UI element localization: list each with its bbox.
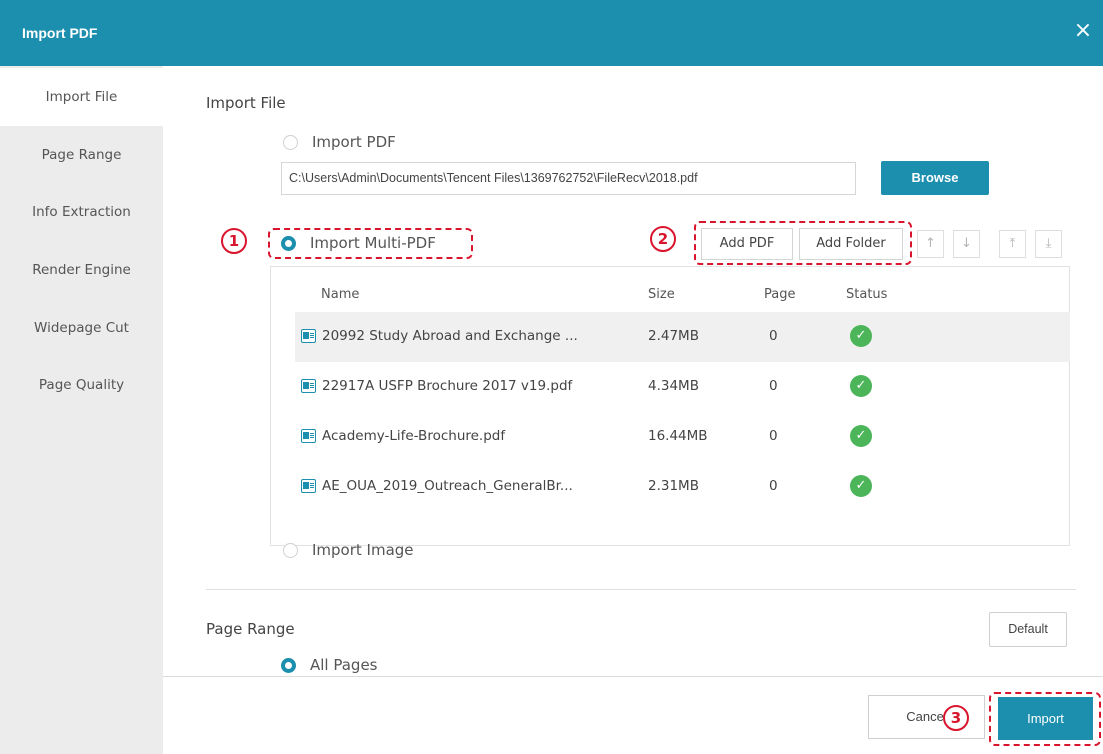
sidebar-item-render-engine[interactable]: Render Engine [0, 241, 163, 299]
file-page: 0 [769, 378, 778, 394]
option-import-multi-pdf-label: Import Multi-PDF [310, 234, 436, 252]
file-list: Name Size Page Status 20992 Study Abroad… [270, 266, 1070, 546]
column-header-size: Size [648, 287, 675, 302]
option-import-image-label: Import Image [312, 541, 414, 559]
option-all-pages-label: All Pages [310, 656, 378, 674]
table-row[interactable]: Academy-Life-Brochure.pdf 16.44MB 0 ✓ [295, 412, 1070, 462]
page-range-heading: Page Range [206, 620, 295, 638]
file-name: 22917A USFP Brochure 2017 v19.pdf [322, 378, 573, 394]
file-size: 16.44MB [648, 428, 708, 444]
radio-import-pdf[interactable] [283, 134, 298, 150]
section-divider [206, 589, 1076, 590]
window-title: Import PDF [22, 25, 98, 41]
option-import-image[interactable]: Import Image [283, 541, 414, 559]
sidebar-item-info-extraction[interactable]: Info Extraction [0, 183, 163, 241]
status-check-icon: ✓ [850, 425, 872, 447]
browse-button[interactable]: Browse [881, 161, 989, 195]
move-down-icon[interactable]: ↓ [953, 230, 980, 258]
file-page: 0 [769, 478, 778, 494]
pdf-file-icon [301, 379, 316, 393]
table-row[interactable]: 20992 Study Abroad and Exchange ... 2.47… [295, 312, 1070, 362]
sidebar-item-page-range[interactable]: Page Range [0, 126, 163, 184]
table-row[interactable]: AE_OUA_2019_Outreach_GeneralBr... 2.31MB… [295, 462, 1070, 512]
footer-divider [163, 676, 1103, 677]
step-3-marker: 3 [943, 705, 969, 731]
column-header-page: Page [764, 287, 796, 302]
file-size: 4.34MB [648, 378, 699, 394]
content-panel: Import File Import PDF C:\Users\Admin\Do… [163, 66, 1103, 676]
add-folder-button[interactable]: Add Folder [799, 228, 903, 260]
title-bar: Import PDF × [0, 0, 1103, 66]
file-size: 2.47MB [648, 328, 699, 344]
pdf-path-input[interactable]: C:\Users\Admin\Documents\Tencent Files\1… [281, 162, 856, 195]
import-file-heading: Import File [206, 94, 286, 112]
radio-import-multi-pdf[interactable] [281, 235, 296, 251]
file-name: AE_OUA_2019_Outreach_GeneralBr... [322, 478, 573, 494]
sidebar: Import File Page Range Info Extraction R… [0, 66, 163, 754]
move-up-icon[interactable]: ↑ [917, 230, 944, 258]
move-bottom-icon[interactable]: ⤓ [1035, 230, 1062, 258]
import-button[interactable]: Import [998, 697, 1093, 740]
option-import-multi-pdf[interactable]: Import Multi-PDF [281, 234, 436, 252]
file-name: Academy-Life-Brochure.pdf [322, 428, 506, 444]
sidebar-item-widepage-cut[interactable]: Widepage Cut [0, 299, 163, 357]
status-check-icon: ✓ [850, 475, 872, 497]
file-size: 2.31MB [648, 478, 699, 494]
file-page: 0 [769, 328, 778, 344]
table-row[interactable]: 22917A USFP Brochure 2017 v19.pdf 4.34MB… [295, 362, 1070, 412]
status-check-icon: ✓ [850, 375, 872, 397]
pdf-file-icon [301, 429, 316, 443]
status-check-icon: ✓ [850, 325, 872, 347]
add-pdf-button[interactable]: Add PDF [701, 228, 793, 260]
sidebar-item-page-quality[interactable]: Page Quality [0, 356, 163, 414]
sidebar-item-import-file[interactable]: Import File [0, 68, 163, 126]
close-icon[interactable]: × [1071, 19, 1095, 43]
radio-all-pages[interactable] [281, 657, 296, 673]
file-page: 0 [769, 428, 778, 444]
default-button[interactable]: Default [989, 612, 1067, 647]
pdf-file-icon [301, 329, 316, 343]
radio-import-image[interactable] [283, 542, 298, 558]
step-1-marker: 1 [221, 228, 247, 254]
column-header-status: Status [846, 287, 888, 302]
pdf-file-icon [301, 479, 316, 493]
option-import-pdf[interactable]: Import PDF [283, 133, 396, 151]
file-name: 20992 Study Abroad and Exchange ... [322, 328, 578, 344]
option-all-pages[interactable]: All Pages [281, 656, 378, 674]
move-top-icon[interactable]: ⤒ [999, 230, 1026, 258]
step-2-marker: 2 [650, 226, 676, 252]
option-import-pdf-label: Import PDF [312, 133, 396, 151]
column-header-name: Name [321, 287, 360, 302]
